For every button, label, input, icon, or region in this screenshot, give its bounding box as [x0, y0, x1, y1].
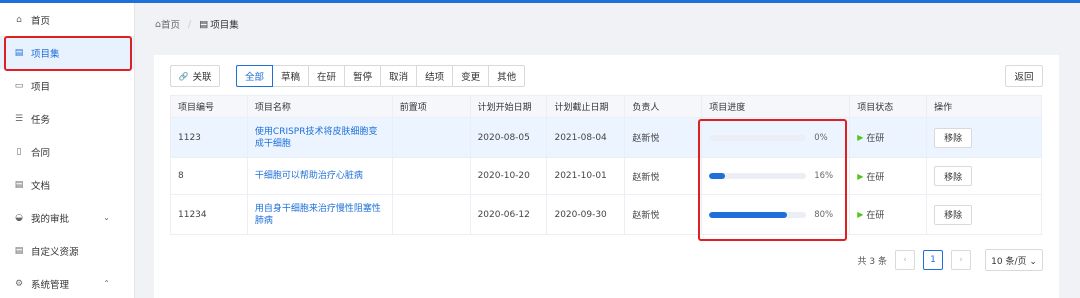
status-filter-tabs: 全部 草稿 在研 暂停 取消 结项 变更 其他 [236, 65, 526, 87]
remove-button[interactable]: 移除 [934, 166, 973, 186]
cell-start-date: 2020-08-05 [469, 117, 548, 158]
link-icon: 🔗 [178, 71, 189, 81]
sidebar-item-label: 任务 [31, 114, 51, 126]
status-label: 在研 [866, 172, 885, 183]
col-header-id: 项目编号 [170, 95, 248, 118]
sidebar-item-label: 自定义资源 [31, 246, 79, 258]
document-icon: ▤ [14, 179, 24, 190]
remove-button[interactable]: 移除 [934, 204, 973, 225]
main-content: ⌂ 首页 / ▤ 项目集 🔗 关联 全部 草稿 在研 暂停 取消 结项 变更 其… [135, 3, 1080, 298]
tab-all[interactable]: 全部 [236, 65, 274, 87]
table-header-row: 项目编号 项目名称 前置项 计划开始日期 计划截止日期 负责人 项目进度 项目状… [170, 95, 1042, 118]
tab-other[interactable]: 其他 [488, 65, 526, 87]
col-header-action: 操作 [926, 95, 1042, 118]
cell-owner: 赵新悦 [624, 157, 703, 195]
sidebar-item-label: 我的审批 [31, 213, 70, 225]
play-icon: ▶ [857, 171, 864, 181]
sidebar-item-task[interactable]: ☰ 任务 [0, 102, 134, 135]
table-row[interactable]: 8 干细胞可以帮助治疗心脏病 2020-10-20 2021-10-01 赵新悦… [170, 157, 1042, 195]
highlight-box-sidebar [4, 36, 132, 71]
cell-id: 1123 [170, 117, 248, 158]
link-button[interactable]: 🔗 关联 [170, 65, 220, 87]
sidebar-item-system[interactable]: ⚙ 系统管理 ⌃ [0, 267, 134, 298]
play-icon: ▶ [857, 133, 864, 142]
tab-paused[interactable]: 暂停 [344, 65, 382, 87]
project-name-link[interactable]: 用自身干细胞来治疗慢性阻塞性肺病 [255, 203, 392, 227]
table-row[interactable]: 11234 用自身干细胞来治疗慢性阻塞性肺病 2020-06-12 2020-0… [170, 194, 1042, 235]
breadcrumb-current: 项目集 [210, 20, 239, 31]
cell-owner: 赵新悦 [624, 117, 703, 158]
prev-page-button[interactable]: ‹ [895, 250, 915, 270]
tab-changed[interactable]: 变更 [452, 65, 490, 87]
status-cell: ▶ 在研 [857, 170, 926, 183]
sidebar-item-label: 合同 [31, 147, 51, 159]
col-header-progress: 项目进度 [701, 95, 851, 118]
cell-end-date: 2021-10-01 [546, 157, 626, 195]
cell-prereq [391, 194, 471, 235]
play-icon: ▶ [857, 210, 864, 219]
project-table: 项目编号 项目名称 前置项 计划开始日期 计划截止日期 负责人 项目进度 项目状… [170, 95, 1042, 235]
status-label: 在研 [866, 211, 885, 221]
sidebar-item-label: 项目 [31, 81, 51, 93]
sidebar-item-approval[interactable]: ◒ 我的审批 ⌄ [0, 201, 134, 234]
back-button[interactable]: 返回 [1005, 65, 1043, 87]
chevron-down-icon[interactable]: ⌄ [103, 213, 110, 222]
col-header-end: 计划截止日期 [546, 95, 626, 118]
cell-end-date: 2021-08-04 [546, 117, 626, 158]
sidebar-item-custom-resource[interactable]: ▤ 自定义资源 [0, 234, 134, 267]
sidebar-item-contract[interactable]: ▯ 合同 [0, 135, 134, 168]
page-size-select[interactable]: 10 条/页 ⌄ [985, 249, 1043, 271]
home-icon: ⌂ [16, 14, 22, 25]
sidebar-item-project[interactable]: ▭ 项目 [0, 69, 134, 102]
sidebar-item-home[interactable]: ⌂ 首页 [0, 3, 134, 36]
toolbar: 🔗 关联 全部 草稿 在研 暂停 取消 结项 变更 其他 [170, 65, 526, 87]
cell-prereq [391, 157, 471, 195]
task-icon: ☰ [14, 113, 24, 124]
breadcrumb: ⌂ 首页 / ▤ 项目集 [155, 17, 239, 32]
next-page-button[interactable]: › [951, 250, 971, 270]
status-cell: ▶ 在研 [857, 131, 926, 144]
tab-in-progress[interactable]: 在研 [308, 65, 346, 87]
pagination: 共 3 条 ‹ 1 › 10 条/页 ⌄ [858, 249, 1043, 271]
cell-id: 11234 [170, 194, 248, 235]
col-header-name: 项目名称 [246, 95, 393, 118]
project-name-link[interactable]: 干细胞可以帮助治疗心脏病 [255, 170, 392, 182]
cell-prereq [391, 117, 471, 158]
sidebar-item-label: 系统管理 [31, 279, 70, 291]
page-1-button[interactable]: 1 [923, 250, 943, 270]
cell-start-date: 2020-10-20 [469, 157, 548, 195]
col-header-prereq: 前置项 [391, 95, 471, 118]
content-panel: 🔗 关联 全部 草稿 在研 暂停 取消 结项 变更 其他 返回 项目编号 项目名… [154, 55, 1059, 298]
chevron-up-icon[interactable]: ⌃ [103, 279, 110, 288]
tab-closed[interactable]: 结项 [416, 65, 454, 87]
link-button-label: 关联 [192, 72, 212, 83]
project-name-link[interactable]: 使用CRISPR技术将皮肤细胞变成干细胞 [255, 126, 392, 150]
sidebar-item-label: 首页 [31, 15, 51, 27]
highlight-box-progress [698, 119, 847, 241]
project-icon: ▭ [14, 80, 24, 91]
col-header-start: 计划开始日期 [469, 95, 548, 118]
table-row[interactable]: 1123 使用CRISPR技术将皮肤细胞变成干细胞 2020-08-05 202… [170, 117, 1042, 158]
breadcrumb-home[interactable]: 首页 [161, 17, 180, 31]
status-label: 在研 [866, 134, 885, 144]
col-header-status: 项目状态 [849, 95, 928, 118]
status-cell: ▶ 在研 [857, 208, 926, 221]
cell-end-date: 2020-09-30 [546, 194, 626, 235]
custom-resource-icon: ▤ [14, 245, 24, 256]
tab-cancelled[interactable]: 取消 [380, 65, 418, 87]
sidebar-item-label: 文档 [31, 180, 51, 192]
tab-draft[interactable]: 草稿 [272, 65, 310, 87]
project-set-icon: ▤ [199, 18, 209, 30]
approval-icon: ◒ [15, 212, 23, 223]
sidebar-item-document[interactable]: ▤ 文档 [0, 168, 134, 201]
total-count: 共 3 条 [857, 256, 887, 267]
cell-owner: 赵新悦 [624, 194, 703, 235]
cell-id: 8 [170, 157, 248, 195]
settings-icon: ⚙ [14, 278, 24, 289]
col-header-owner: 负责人 [624, 95, 703, 118]
remove-button[interactable]: 移除 [934, 127, 973, 148]
contract-icon: ▯ [16, 146, 22, 157]
breadcrumb-separator: / [188, 18, 192, 30]
cell-start-date: 2020-06-12 [469, 194, 548, 235]
